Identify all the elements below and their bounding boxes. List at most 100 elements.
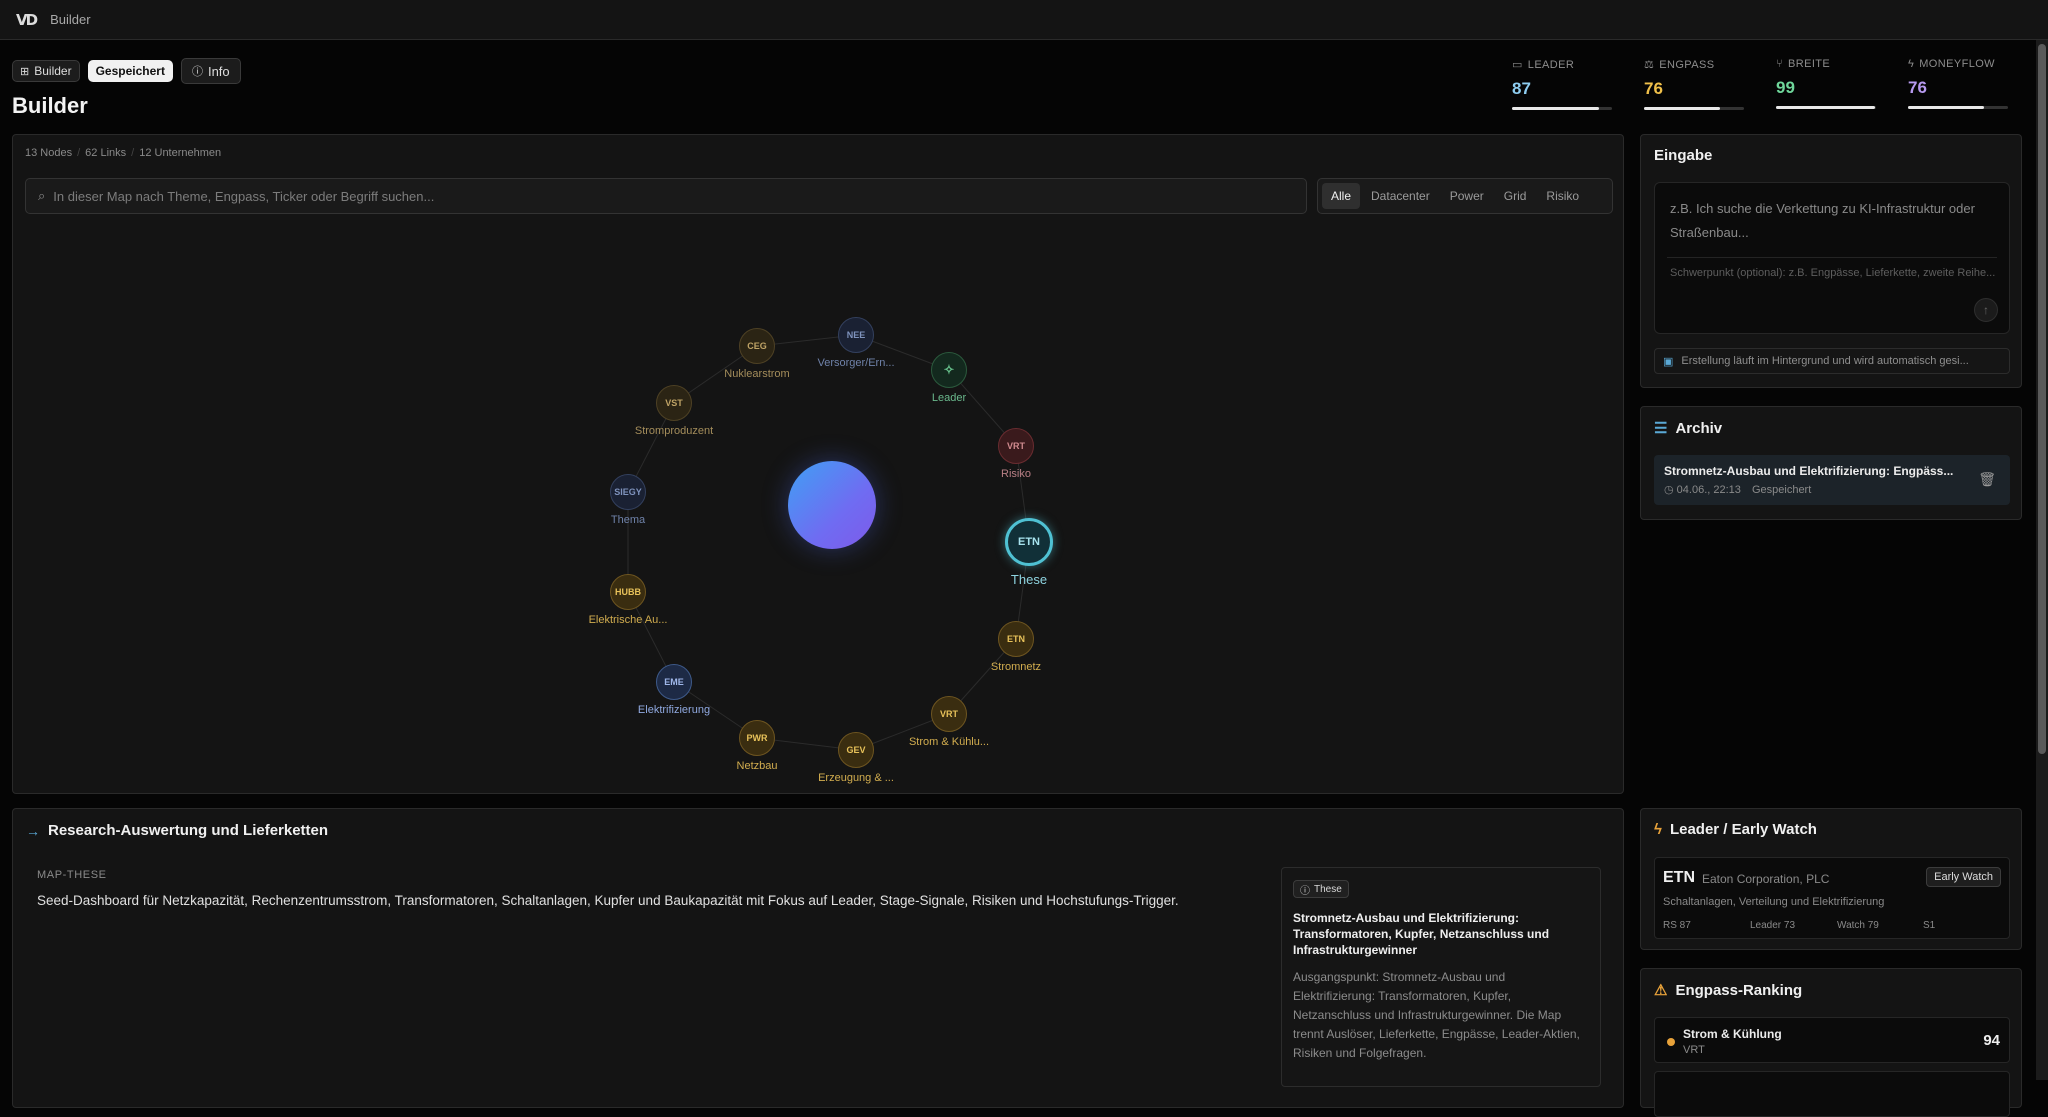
filter-tab-risiko[interactable]: Risiko [1537, 183, 1588, 209]
research-panel: → Research-Auswertung und Lieferketten M… [12, 808, 1624, 1108]
app-logo[interactable]: VD [16, 11, 38, 29]
company-count: 12 Unternehmen [139, 147, 222, 159]
leader-company: Eaton Corporation, PLC [1702, 872, 1830, 886]
metric-label: ⑂ BREITE [1776, 58, 1831, 70]
node-count: 13 Nodes [25, 147, 73, 159]
thesis-card[interactable]: ⓘ These Stromnetz-Ausbau und Elektrifizi… [1281, 867, 1601, 1087]
clock-icon: ◷ [1664, 484, 1674, 496]
focus-placeholder[interactable]: Schwerpunkt (optional): z.B. Engpässe, L… [1670, 267, 2000, 279]
graph-node-these[interactable]: ETN [1005, 518, 1053, 566]
info-button[interactable]: ⓘ Info [180, 58, 241, 84]
metric-bar [1776, 106, 1876, 109]
graph-node-label: Elektrische Au... [588, 614, 668, 626]
app-name: Builder [50, 12, 91, 27]
thesis-description: Ausgangspunkt: Stromnetz-Ausbau und Elek… [1293, 970, 1580, 1060]
scrollbar-thumb[interactable] [2038, 44, 2046, 754]
graph-node-elektrifizierung[interactable]: EME [656, 664, 692, 700]
archive-item-date: 04.06., 22:13 [1676, 484, 1741, 496]
arrow-right-icon: → [26, 822, 40, 839]
page-title: Builder [12, 93, 88, 118]
graph-node-thema[interactable]: SIEGY [610, 474, 646, 510]
graph-node-nuklearstrom[interactable]: CEG [739, 328, 775, 364]
archive-item[interactable]: Stromnetz-Ausbau und Elektrifizierung: E… [1654, 455, 2010, 505]
metric-value: 76 [1644, 79, 1663, 98]
prompt-divider [1667, 257, 1997, 258]
metric-bar-fill [1776, 106, 1875, 109]
input-panel: Eingabe z.B. Ich suche die Verkettung zu… [1640, 134, 2022, 388]
graph-node-stromnetz[interactable]: ETN [998, 621, 1034, 657]
graph-node-label: These [1010, 572, 1048, 587]
warning-icon: ⚠ [1654, 982, 1668, 999]
page-scrollbar[interactable] [2036, 40, 2048, 1080]
knowledge-graph[interactable]: NEE Versorger/Ern... ✧ Leader VRT Risiko ETN Th… [13, 225, 1625, 785]
graph-node-risiko[interactable]: VRT [998, 428, 1034, 464]
background-note-text: Erstellung läuft im Hintergrund und wird… [1681, 355, 1969, 367]
leader-stat-stage: S1 [1923, 920, 1936, 931]
builder-pill[interactable]: ⊞ Builder [12, 60, 80, 82]
leader-ticker: ETN [1663, 869, 1695, 886]
filter-tabs: Alle Datacenter Power Grid Risiko [1317, 178, 1613, 214]
engpass-title: ⚠ Engpass-Ranking [1654, 981, 1802, 1000]
input-panel-title: Eingabe [1654, 147, 1713, 164]
engpass-item-name: Strom & Kühlung [1683, 1027, 1782, 1041]
filter-tab-datacenter[interactable]: Datacenter [1362, 183, 1439, 209]
send-button[interactable]: ↑ [1974, 298, 1998, 322]
thesis-title: Stromnetz-Ausbau und Elektrifizierung: T… [1293, 911, 1550, 957]
trash-icon[interactable]: 🗑 [1978, 471, 1996, 488]
graph-node-stromproduzent[interactable]: VST [656, 385, 692, 421]
leader-stat-leader: Leader 73 [1750, 920, 1796, 931]
saved-pill-label: Gespeichert [95, 64, 165, 78]
engpass-item[interactable]: Strom & Kühlung VRT 94 [1654, 1017, 2010, 1063]
graph-node-label: Risiko [1001, 468, 1031, 480]
graph-node-label: Elektrifizierung [637, 704, 711, 716]
filter-tab-power[interactable]: Power [1441, 183, 1493, 209]
graph-node-label: Erzeugung & ... [818, 772, 894, 784]
bolt-icon: ϟ [1654, 821, 1662, 838]
map-search[interactable]: ⌕ [25, 178, 1307, 214]
metric-label: ϟ MONEYFLOW [1908, 58, 1995, 70]
center-orb[interactable] [788, 461, 876, 549]
top-bar: VD Builder [0, 0, 2048, 40]
engpass-item-next[interactable] [1654, 1071, 2010, 1117]
graph-node-leader[interactable]: ✧ [931, 352, 967, 388]
saved-pill[interactable]: Gespeichert [87, 60, 173, 82]
map-thesis-label: MAP-THESE [37, 869, 107, 881]
graph-node-label: Nuklearstrom [724, 368, 790, 380]
metric-label: ▭ LEADER [1512, 58, 1575, 72]
prompt-box[interactable]: z.B. Ich suche die Verkettung zu KI-Infr… [1654, 182, 2010, 334]
prompt-placeholder[interactable]: z.B. Ich suche die Verkettung zu KI-Infr… [1670, 197, 2000, 245]
archive-item-title: Stromnetz-Ausbau und Elektrifizierung: E… [1664, 464, 1954, 478]
leader-panel: ϟ Leader / Early Watch ETN Eaton Corpora… [1640, 808, 2022, 950]
database-icon: ☰ [1654, 420, 1668, 437]
graph-node-label: Leader [931, 392, 967, 404]
graph-node-versorger-ern[interactable]: NEE [838, 317, 874, 353]
engpass-item-ticker: VRT [1683, 1044, 1705, 1056]
filter-tab-grid[interactable]: Grid [1495, 183, 1536, 209]
leader-stat-rs: RS 87 [1663, 920, 1691, 931]
graph-node-elektrische-au[interactable]: HUBB [610, 574, 646, 610]
info-button-label: Info [207, 63, 230, 79]
graph-node-netzbau[interactable]: PWR [739, 720, 775, 756]
header-pills: ⊞ Builder Gespeichert ⓘ Info [12, 58, 241, 84]
thesis-badge-label: These [1314, 883, 1342, 895]
status-dot [1667, 1038, 1675, 1046]
research-title: → Research-Auswertung und Lieferketten [26, 822, 328, 839]
bolt-icon: ϟ [1908, 58, 1915, 70]
background-note: ▣ Erstellung läuft im Hintergrund und wi… [1654, 348, 2010, 374]
graph-node-strom-k-hlu[interactable]: VRT [931, 696, 967, 732]
folder-icon: ▭ [1512, 59, 1523, 71]
research-title-label: Research-Auswertung und Lieferketten [48, 822, 329, 839]
map-stats: 13 Nodes/62 Links/12 Unternehmen [25, 147, 222, 159]
graph-node-erzeugung[interactable]: GEV [838, 732, 874, 768]
metric-bar-fill [1512, 107, 1599, 110]
archive-item-meta: ◷ 04.06., 22:13 Gespeichert [1664, 483, 1811, 496]
early-watch-badge: Early Watch [1926, 867, 2001, 887]
leader-subtitle: Schaltanlagen, Verteilung und Elektrifiz… [1663, 896, 1885, 908]
map-search-input[interactable] [53, 188, 1254, 204]
filter-tab-alle[interactable]: Alle [1322, 183, 1361, 209]
info-icon: ⓘ [1300, 885, 1310, 897]
leader-stat-watch: Watch 79 [1837, 920, 1879, 931]
graph-node-label: Netzbau [736, 760, 778, 772]
metric-value: 87 [1512, 79, 1531, 98]
leader-card[interactable]: ETN Eaton Corporation, PLC Early Watch S… [1654, 857, 2010, 939]
